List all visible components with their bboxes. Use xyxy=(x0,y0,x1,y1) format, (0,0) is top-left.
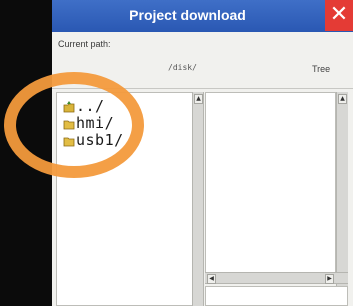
close-icon: ✕ xyxy=(329,2,349,27)
scroll-right-arrow-icon[interactable]: ▶ xyxy=(325,274,334,284)
current-path-label: Current path: xyxy=(58,39,111,49)
status-panel xyxy=(205,286,348,306)
dialog-title: Project download xyxy=(129,7,246,23)
title-bar: Project download ✕ xyxy=(52,0,353,32)
scroll-up-arrow-icon[interactable]: ▲ xyxy=(338,94,347,104)
close-button[interactable]: ✕ xyxy=(325,0,353,31)
scroll-left-arrow-icon[interactable]: ◀ xyxy=(207,274,216,284)
current-path-value: /disk/ xyxy=(168,63,197,72)
tree-label: Tree xyxy=(312,64,331,74)
annotation-circle xyxy=(4,72,144,178)
tree-panel xyxy=(205,92,336,280)
tree-horizontal-scrollbar[interactable]: ◀ ▶ xyxy=(205,272,348,284)
scroll-up-arrow-icon[interactable]: ▲ xyxy=(194,94,203,104)
file-list-scrollbar[interactable]: ▲ xyxy=(192,92,204,306)
